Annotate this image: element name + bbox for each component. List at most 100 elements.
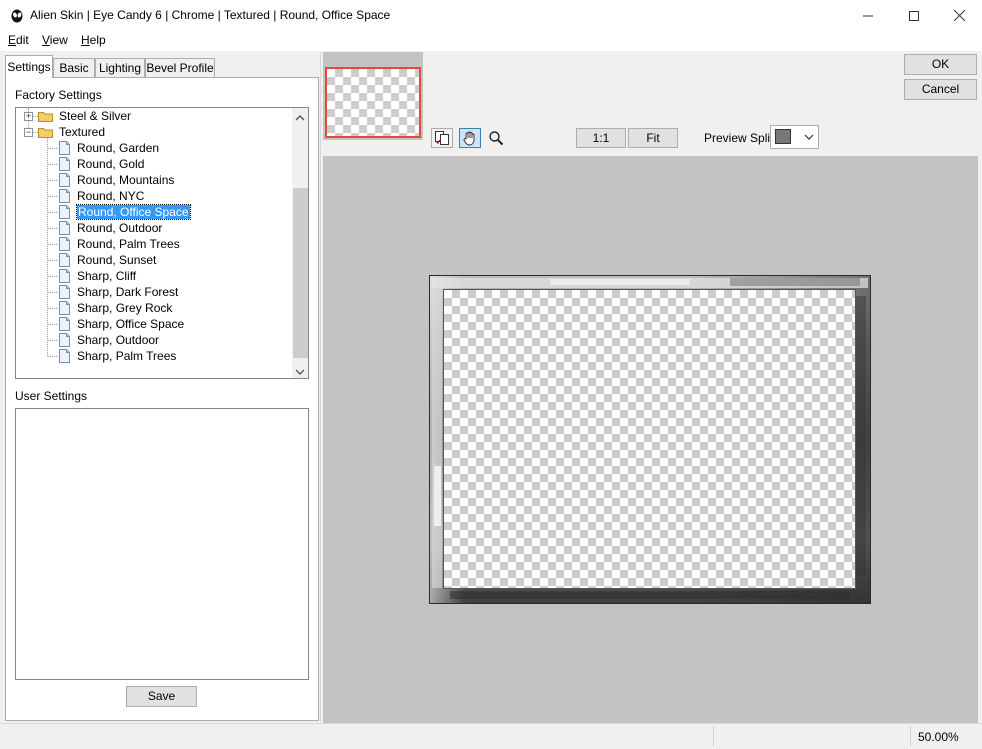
tree-item-label: Round, NYC	[77, 189, 145, 203]
preset-document-icon	[58, 333, 71, 347]
menu-bar	[0, 31, 982, 51]
chevron-down-icon[interactable]	[803, 131, 815, 143]
ok-button[interactable]: OK	[904, 54, 977, 75]
save-button[interactable]: Save	[126, 686, 197, 707]
tree-item-label: Round, Office Space	[76, 204, 191, 220]
hand-icon	[463, 131, 475, 146]
menu-view-mnemonic: V	[42, 33, 50, 47]
menu-help-label: elp	[89, 33, 106, 47]
tree-connector	[47, 308, 57, 309]
expand-plus-icon[interactable]: +	[24, 112, 33, 121]
tree-item-label: Round, Mountains	[77, 173, 175, 187]
tree-connector	[47, 196, 57, 197]
tree-item-label: Sharp, Office Space	[77, 317, 185, 331]
preset-document-icon	[58, 317, 71, 331]
tree-item-label: Round, Sunset	[77, 253, 157, 267]
preset-document-icon	[58, 141, 71, 155]
user-settings-list[interactable]	[15, 408, 309, 680]
preset-document-icon	[58, 301, 71, 315]
tree-item-label: Round, Gold	[77, 157, 145, 171]
preset-document-icon	[58, 221, 71, 235]
menu-help[interactable]: Help	[81, 33, 106, 47]
tree-scroll-thumb[interactable]	[293, 188, 308, 358]
tree-item[interactable]: Sharp, Dark Forest	[77, 284, 178, 300]
preset-document-icon	[58, 205, 71, 219]
tree-item[interactable]: Round, Gold	[77, 156, 144, 172]
preset-document-icon	[58, 157, 71, 171]
tree-connector	[47, 228, 57, 229]
status-divider	[713, 726, 714, 746]
cancel-button[interactable]: Cancel	[904, 79, 977, 100]
tree-item[interactable]: Sharp, Office Space	[77, 316, 184, 332]
copy-tool-button[interactable]	[431, 128, 453, 148]
hand-tool-button[interactable]	[459, 128, 481, 148]
preset-document-icon	[58, 285, 71, 299]
tree-item[interactable]: Sharp, Grey Rock	[77, 300, 172, 316]
actual-size-button[interactable]: 1:1	[576, 128, 626, 148]
folder-icon	[38, 110, 53, 122]
window-title: Alien Skin | Eye Candy 6 | Chrome | Text…	[30, 8, 391, 22]
tree-item[interactable]: Round, Garden	[77, 140, 159, 156]
tree-item[interactable]: Sharp, Outdoor	[77, 332, 159, 348]
tree-connector	[47, 260, 57, 261]
tab-basic[interactable]: Basic	[53, 58, 95, 77]
collapse-minus-icon[interactable]: −	[24, 128, 33, 137]
zoom-tool-button[interactable]	[485, 128, 507, 148]
tree-folder-textured[interactable]: Textured	[59, 124, 105, 140]
maximize-icon	[909, 10, 919, 21]
tree-item[interactable]: Round, Palm Trees	[77, 236, 180, 252]
tree-item-label: Sharp, Grey Rock	[77, 301, 173, 315]
preset-document-icon	[58, 253, 71, 267]
tree-item-label: Round, Outdoor	[77, 221, 163, 235]
preview-split-label: Preview Split:	[704, 131, 777, 145]
tree-item[interactable]: Round, Office Space	[76, 204, 191, 220]
maximize-button[interactable]	[891, 0, 937, 31]
tab-bevel-profile[interactable]: Bevel Profile	[145, 58, 215, 77]
preset-document-icon	[58, 189, 71, 203]
preset-document-icon	[58, 237, 71, 251]
preview-split-swatch	[775, 129, 791, 144]
menu-view-label: iew	[49, 33, 68, 47]
close-icon	[953, 10, 965, 21]
tree-item[interactable]: Round, Sunset	[77, 252, 156, 268]
copy-pages-icon	[435, 131, 449, 145]
menu-edit-label: dit	[16, 33, 29, 47]
tree-connector	[47, 164, 57, 165]
tree-item[interactable]: Sharp, Palm Trees	[77, 348, 176, 364]
tree-connector	[47, 244, 57, 245]
factory-settings-tree[interactable]: + Steel & Silver − Textured Round, Garde…	[15, 107, 309, 379]
fit-button[interactable]: Fit	[628, 128, 678, 148]
tree-connector	[47, 212, 57, 213]
tree-item[interactable]: Round, Outdoor	[77, 220, 162, 236]
menu-view[interactable]: View	[42, 33, 68, 47]
tree-item-label: Round, Garden	[77, 141, 160, 155]
menu-help-mnemonic: H	[81, 33, 90, 47]
tree-item-label: Sharp, Dark Forest	[77, 285, 179, 299]
tree-item-label: Sharp, Palm Trees	[77, 349, 177, 363]
status-bar	[0, 723, 982, 749]
tree-item[interactable]: Round, NYC	[77, 188, 144, 204]
magnifier-icon	[489, 131, 504, 146]
thumbnail-selection-border	[325, 67, 421, 138]
tree-item-label: Round, Palm Trees	[77, 237, 180, 251]
tree-connector	[47, 180, 57, 181]
tree-connector	[47, 356, 57, 357]
preset-document-icon	[58, 269, 71, 283]
tree-connector	[47, 292, 57, 293]
tree-connector	[47, 276, 57, 277]
tab-lighting[interactable]: Lighting	[95, 58, 145, 77]
close-button[interactable]	[936, 0, 982, 31]
scroll-down-icon[interactable]	[295, 365, 305, 379]
preset-document-icon	[58, 349, 71, 363]
tab-settings[interactable]: Settings	[5, 55, 53, 78]
tree-item[interactable]: Round, Mountains	[77, 172, 174, 188]
scroll-up-icon[interactable]	[295, 111, 305, 125]
menu-edit[interactable]: Edit	[8, 33, 29, 47]
tree-item[interactable]: Sharp, Cliff	[77, 268, 136, 284]
menu-edit-mnemonic: E	[8, 33, 17, 47]
preset-document-icon	[58, 173, 71, 187]
tree-connector	[47, 148, 57, 149]
minimize-button[interactable]	[845, 0, 891, 31]
tree-connector	[47, 324, 57, 325]
tree-folder-steel-silver[interactable]: Steel & Silver	[59, 108, 131, 124]
